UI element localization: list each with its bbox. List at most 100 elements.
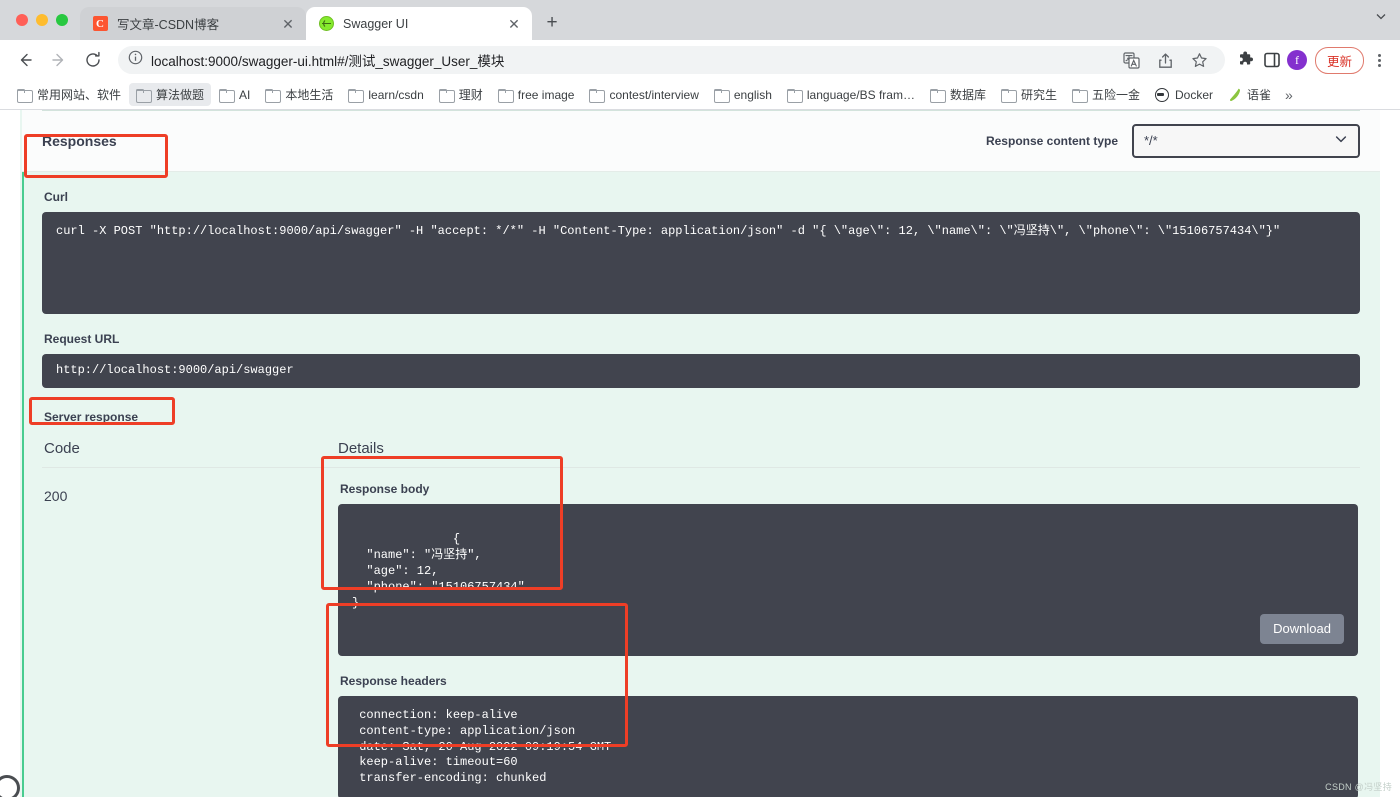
bookmark-label: english (734, 88, 772, 102)
responses-header: Responses Response content type */* (22, 110, 1380, 172)
bookmarks-bar: 常用网站、软件 算法做题 AI 本地生活 learn/csdn 理财 free … (0, 80, 1400, 110)
bookmark-star-icon[interactable] (1189, 49, 1211, 71)
csdn-icon: C (92, 16, 108, 32)
response-details-cell: Response body { "name": "冯坚持", "age": 12… (338, 482, 1358, 797)
bookmark-label: free image (518, 88, 575, 102)
folder-icon (498, 89, 512, 101)
server-response-title: Server response (44, 410, 1360, 424)
folder-icon (930, 89, 944, 101)
folder-icon (439, 89, 453, 101)
watermark: CSDN @冯坚持 (1325, 780, 1392, 793)
tab-strip-right-controls (1374, 9, 1388, 28)
bookmark-item[interactable]: Docker (1148, 85, 1220, 105)
close-icon[interactable]: ✕ (280, 16, 296, 32)
response-code-value: 200 (44, 482, 338, 797)
docker-icon (1155, 88, 1169, 102)
bookmark-label: contest/interview (609, 88, 698, 102)
avatar[interactable]: f (1287, 50, 1307, 70)
swagger-operation-block: Responses Response content type */* Curl… (20, 110, 1380, 797)
yuque-icon (1228, 88, 1241, 102)
bookmark-item[interactable]: language/BS fram… (780, 85, 922, 105)
close-window-button[interactable] (16, 14, 28, 26)
bookmark-item[interactable]: 语雀 (1221, 83, 1278, 106)
bookmark-item[interactable]: 研究生 (994, 83, 1064, 106)
chrome-menu-icon[interactable] (1368, 54, 1390, 67)
bookmark-label: 研究生 (1021, 86, 1057, 103)
server-response-table-header: Code Details (42, 424, 1360, 468)
minimize-window-button[interactable] (36, 14, 48, 26)
folder-icon (348, 89, 362, 101)
translate-icon[interactable] (1121, 49, 1143, 71)
new-tab-button[interactable]: + (538, 9, 566, 37)
bookmark-label: 理财 (459, 86, 483, 103)
reload-button[interactable] (78, 45, 108, 75)
bookmark-item[interactable]: 本地生活 (258, 83, 340, 106)
response-headers-label: Response headers (340, 674, 1358, 688)
back-button[interactable] (10, 45, 40, 75)
page-right-margin (1380, 110, 1400, 797)
bookmark-label: learn/csdn (368, 88, 423, 102)
bookmark-label: 五险一金 (1092, 86, 1140, 103)
omnibox-icons (1121, 49, 1215, 71)
bookmark-item[interactable]: 数据库 (923, 83, 993, 106)
curl-label: Curl (44, 190, 1360, 204)
bookmark-item[interactable]: AI (212, 85, 257, 105)
update-button[interactable]: 更新 (1315, 47, 1364, 74)
bookmark-label: 算法做题 (156, 86, 204, 103)
response-headers-block[interactable]: connection: keep-alive content-type: app… (338, 696, 1358, 797)
close-icon[interactable]: ✕ (506, 16, 522, 32)
folder-icon (714, 89, 728, 101)
bookmark-item[interactable]: 常用网站、软件 (10, 83, 128, 106)
maximize-window-button[interactable] (56, 14, 68, 26)
browser-tab-csdn[interactable]: C 写文章-CSDN博客 ✕ (80, 7, 306, 40)
bookmark-item[interactable]: contest/interview (582, 85, 705, 105)
info-circle-icon[interactable] (128, 50, 143, 70)
folder-icon (17, 89, 31, 101)
folder-icon (589, 89, 603, 101)
page-title: Responses (42, 133, 117, 149)
response-content-type-group: Response content type */* (986, 124, 1360, 158)
response-body-block[interactable]: { "name": "冯坚持", "age": 12, "phone": "15… (338, 504, 1358, 656)
side-panel-icon[interactable] (1261, 49, 1283, 71)
bookmark-label: 常用网站、软件 (37, 86, 121, 103)
page-viewport: Responses Response content type */* Curl… (0, 110, 1400, 797)
tab-title: 写文章-CSDN博客 (117, 14, 271, 33)
bookmark-label: 本地生活 (285, 86, 333, 103)
address-bar[interactable]: localhost:9000/swagger-ui.html#/测试_swagg… (118, 46, 1225, 74)
bookmark-item[interactable]: learn/csdn (341, 85, 430, 105)
bookmarks-overflow-icon[interactable]: » (1281, 87, 1297, 103)
share-icon[interactable] (1155, 49, 1177, 71)
response-content-type-select[interactable]: */* (1132, 124, 1360, 158)
column-header-code: Code (44, 440, 338, 457)
bookmark-label: 数据库 (950, 86, 986, 103)
bookmark-item[interactable]: 算法做题 (129, 83, 211, 106)
bookmark-item[interactable]: 理财 (432, 83, 490, 106)
bookmark-item[interactable]: free image (491, 85, 582, 105)
folder-icon (1072, 89, 1086, 101)
column-header-details: Details (338, 440, 1358, 457)
bookmark-item[interactable]: 五险一金 (1065, 83, 1147, 106)
curl-command-block[interactable]: curl -X POST "http://localhost:9000/api/… (42, 212, 1360, 314)
divider (42, 110, 1360, 111)
folder-icon (219, 89, 233, 101)
request-url-block[interactable]: http://localhost:9000/api/swagger (42, 354, 1360, 388)
bookmark-label: Docker (1175, 88, 1213, 102)
bookmark-label: language/BS fram… (807, 88, 915, 102)
folder-icon (787, 89, 801, 101)
bookmark-item[interactable]: english (707, 85, 779, 105)
response-body-label: Response body (340, 482, 1358, 496)
tab-strip: C 写文章-CSDN博客 ✕ Swagger UI ✕ + (0, 0, 1400, 40)
responses-body: Curl curl -X POST "http://localhost:9000… (22, 172, 1380, 797)
folder-icon (1001, 89, 1015, 101)
folder-icon (136, 89, 150, 101)
address-bar-url: localhost:9000/swagger-ui.html#/测试_swagg… (151, 50, 504, 70)
folder-icon (265, 89, 279, 101)
bookmark-label: 语雀 (1247, 86, 1271, 103)
download-button[interactable]: Download (1260, 614, 1344, 643)
browser-tab-swagger[interactable]: Swagger UI ✕ (306, 7, 532, 40)
window-traffic-lights (12, 0, 80, 40)
extensions-puzzle-icon[interactable] (1235, 49, 1257, 71)
tab-title: Swagger UI (343, 17, 497, 31)
forward-button[interactable] (44, 45, 74, 75)
chevron-down-icon[interactable] (1374, 9, 1388, 28)
